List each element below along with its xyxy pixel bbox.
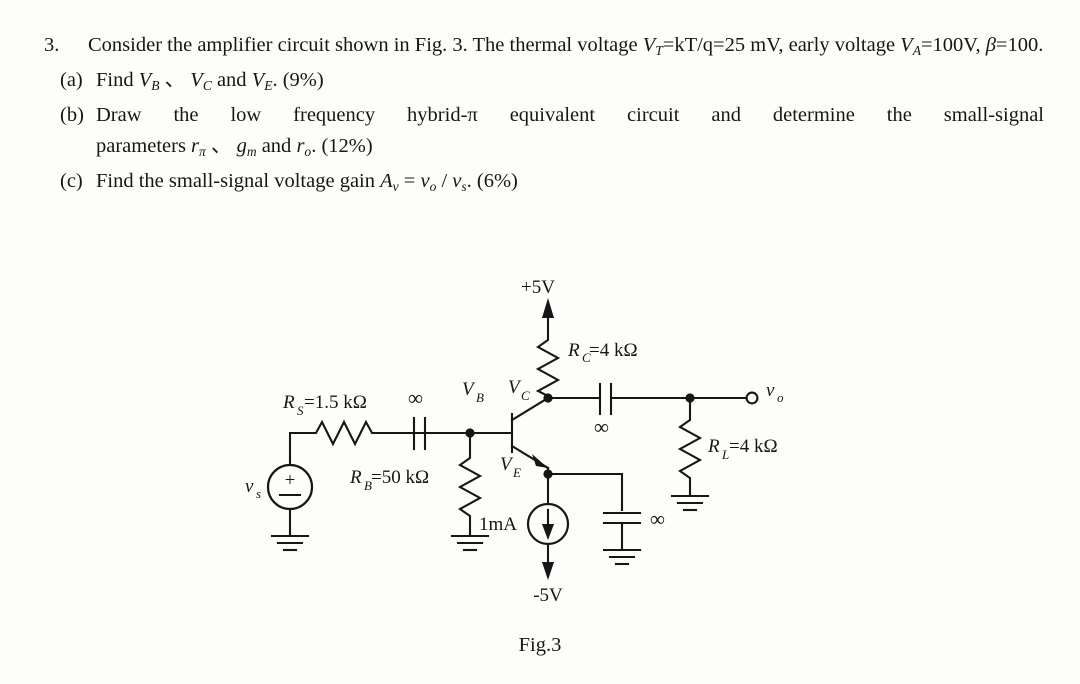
av-symbol: A	[380, 170, 393, 192]
rs-label-name: R	[282, 392, 295, 413]
question-stem-text: Consider the amplifier circuit shown in …	[88, 30, 1044, 61]
vb-symbol: V	[138, 69, 152, 91]
part-a-sep-1: 、	[159, 69, 191, 91]
vc-label-sub: C	[521, 388, 530, 403]
rpi-subscript: π	[199, 143, 206, 159]
vo-symbol: v	[420, 170, 430, 192]
rc-label-value: =4 kΩ	[589, 340, 638, 361]
vs-label-name: v	[245, 476, 254, 497]
part-b-line-2: parameters rπ 、 gm and ro. (12%)	[96, 131, 1044, 162]
source-plus-sign: +	[285, 470, 296, 491]
supply-positive-label: +5V	[521, 277, 555, 298]
rs-label-sub: S	[297, 403, 304, 418]
resistor-rl: R L =4 kΩ	[670, 393, 778, 512]
bypass-capacitor-branch: ∞	[546, 472, 665, 566]
early-voltage-symbol: V	[900, 34, 913, 56]
worksheet-page: 3. Consider the amplifier circuit shown …	[0, 0, 1080, 684]
question-stem-body: Consider the amplifier circuit shown in …	[88, 30, 1044, 61]
rc-label-name: R	[567, 340, 580, 361]
figure-caption: Fig.3	[518, 634, 562, 656]
ve-label-name: V	[500, 454, 514, 475]
problem-statement: 3. Consider the amplifier circuit shown …	[44, 30, 1044, 197]
part-c-text: Find the small-signal voltage gain Av = …	[96, 166, 1044, 197]
part-c-t4: . (6%)	[466, 170, 518, 192]
part-a-label: (a)	[60, 69, 83, 91]
part-a-t3: . (9%)	[272, 69, 324, 91]
part-a-t1: Find	[96, 69, 139, 91]
resistor-rs: R S =1.5 kΩ	[282, 392, 414, 447]
negative-supply-arrow-head	[542, 562, 554, 580]
vo-terminal-circle	[745, 391, 759, 405]
node-vb: V B	[462, 379, 484, 438]
stem-part-4: =100.	[995, 34, 1044, 56]
question-part-a: (a) Find VB 、 VC and VE. (9%)	[44, 65, 1044, 96]
positive-supply: +5V	[521, 277, 555, 338]
vc-subscript: C	[202, 77, 212, 93]
part-b-line-1: Draw the low frequency hybrid-π equivale…	[96, 104, 1044, 126]
transistor-emitter-arrow	[532, 454, 548, 468]
supply-negative-label: -5V	[533, 585, 563, 606]
current-source-label: 1mA	[479, 514, 517, 535]
question-part-b: (b) Draw the low frequency hybrid-π equi…	[44, 100, 1044, 162]
vc-symbol: V	[190, 69, 203, 91]
early-voltage-subscript: A	[912, 42, 921, 58]
output-coupling-capacitor: ∞	[546, 382, 752, 439]
ve-label-sub: E	[512, 465, 521, 480]
rs-label-value: =1.5 kΩ	[304, 392, 367, 413]
resistor-rc: R C =4 kΩ	[535, 336, 638, 398]
part-b-t1: parameters	[96, 135, 192, 157]
part-c-t2: =	[398, 170, 421, 192]
vc-label-name: V	[508, 377, 522, 398]
resistor-rb: R B =50 kΩ	[349, 433, 490, 552]
part-b-label: (b)	[60, 104, 84, 126]
question-number: 3.	[44, 34, 60, 56]
voltage-source-vs: + v s	[245, 431, 314, 552]
bypass-cap-infinity-label: ∞	[650, 507, 665, 531]
vb-subscript: B	[151, 77, 160, 93]
rl-label-value: =4 kΩ	[729, 436, 778, 457]
circuit-svg: +5V R C =4 kΩ V C V E 1mA -5V ∞ V B ∞ R …	[245, 277, 784, 606]
ve-symbol: V	[251, 69, 265, 91]
thermal-voltage-subscript: T	[655, 42, 663, 58]
output-cap-infinity-label: ∞	[594, 415, 609, 439]
part-c-label: (c)	[60, 170, 83, 192]
part-a-text: Find VB 、 VC and VE. (9%)	[96, 65, 1044, 96]
vo-terminal-label-name: v	[766, 380, 775, 401]
vb-label-sub: B	[476, 390, 484, 405]
thermal-voltage-symbol: V	[642, 34, 656, 56]
stem-part-2: =kT/q=25 mV, early voltage	[662, 34, 901, 56]
question-stem-row: 3. Consider the amplifier circuit shown …	[44, 30, 1044, 61]
transistor-collector-lead	[510, 396, 550, 422]
rpi-symbol: r	[191, 135, 200, 157]
gm-subscript: m	[246, 143, 257, 159]
beta-symbol: β	[985, 34, 996, 56]
part-b-sep-1: 、	[205, 135, 237, 157]
vb-label-name: V	[462, 379, 476, 400]
rb-label-value: =50 kΩ	[371, 467, 429, 488]
current-source-1ma: 1mA -5V	[479, 472, 570, 606]
rb-label-name: R	[349, 467, 362, 488]
rl-label-sub: L	[721, 447, 729, 462]
stem-part-1: Consider the amplifier circuit shown in …	[88, 34, 643, 56]
part-a-t2: and	[211, 69, 252, 91]
current-source-arrow-head	[542, 524, 554, 540]
gm-symbol: g	[236, 135, 247, 157]
vo-terminal-label-sub: o	[777, 390, 784, 405]
part-b-text: Draw the low frequency hybrid-π equivale…	[96, 100, 1044, 162]
rl-label-name: R	[707, 436, 720, 457]
output-terminal-vo: v o	[745, 380, 784, 405]
vs-label-sub: s	[256, 486, 261, 501]
circuit-figure: +5V R C =4 kΩ V C V E 1mA -5V ∞ V B ∞ R …	[0, 268, 1080, 684]
part-c-t1: Find the small-signal voltage gain	[96, 170, 381, 192]
part-b-t2: and	[256, 135, 297, 157]
supply-arrow-head	[542, 298, 554, 318]
input-cap-infinity-label: ∞	[408, 386, 423, 410]
part-b-t3: . (12%)	[311, 135, 373, 157]
input-coupling-capacitor: ∞	[407, 386, 472, 451]
question-part-c: (c) Find the small-signal voltage gain A…	[44, 166, 1044, 197]
part-c-t3: /	[436, 170, 453, 192]
stem-part-3: =100V,	[920, 34, 986, 56]
